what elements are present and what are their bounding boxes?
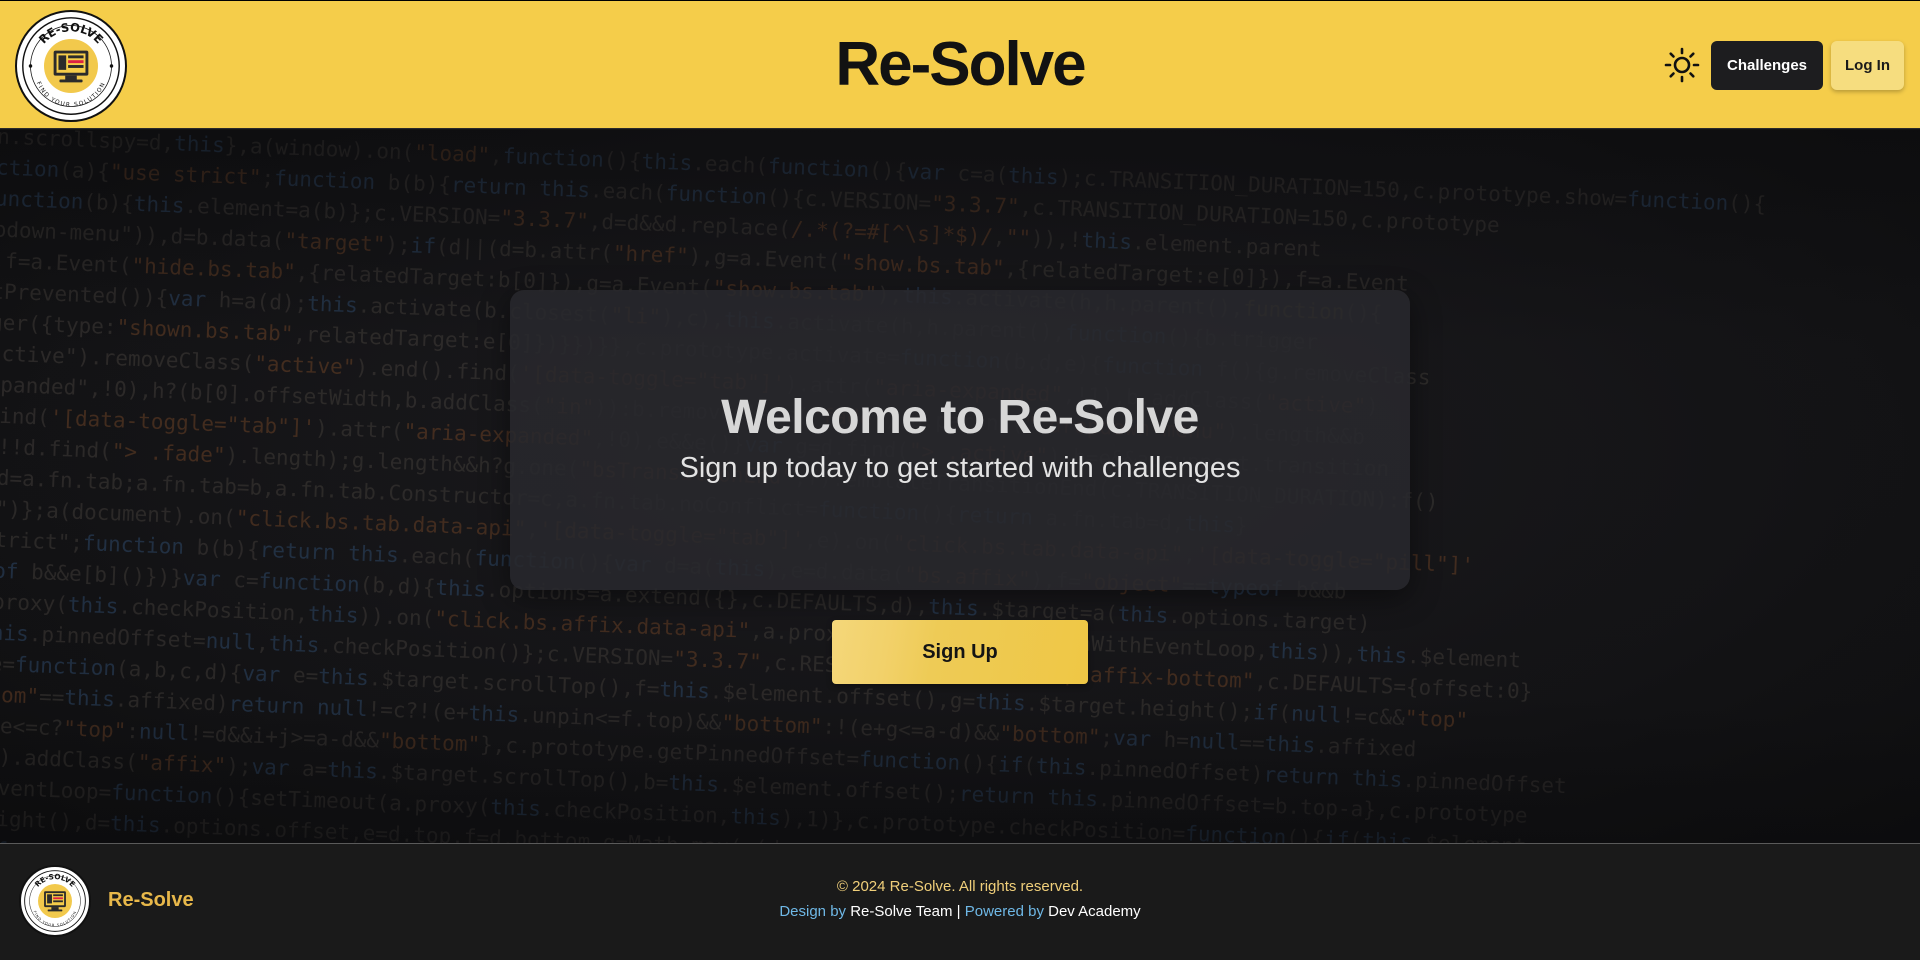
design-team-link[interactable]: Re-Solve Team bbox=[850, 903, 952, 920]
challenges-button[interactable]: Challenges bbox=[1711, 41, 1823, 90]
footer-logo[interactable]: RE-SOLVE FIND YOUR SOLUTION bbox=[19, 865, 91, 937]
powered-by-link[interactable]: Dev Academy bbox=[1048, 903, 1141, 920]
welcome-subtitle: Sign up today to get started with challe… bbox=[679, 452, 1241, 484]
site-title: Re-Solve bbox=[835, 30, 1086, 99]
theme-toggle-button[interactable] bbox=[1664, 47, 1700, 83]
signup-button[interactable]: Sign Up bbox=[832, 620, 1088, 684]
design-by-label: Design by bbox=[779, 903, 847, 920]
hero-section: f.fn.scrollspy=d,this},a(window).on("loa… bbox=[0, 130, 1920, 843]
site-header: RE-SOLVE FIND YOUR SOLUTION Re-Solve Cha… bbox=[0, 0, 1920, 129]
login-button[interactable]: Log In bbox=[1831, 41, 1904, 90]
sun-icon bbox=[1664, 47, 1700, 83]
welcome-card: Welcome to Re-Solve Sign up today to get… bbox=[510, 290, 1410, 590]
footer-copyright: © 2024 Re-Solve. All rights reserved. bbox=[836, 878, 1084, 895]
site-footer: RE-SOLVE FIND YOUR SOLUTION Re-Solve © 2… bbox=[0, 843, 1920, 960]
credits-separator: | bbox=[956, 903, 961, 920]
powered-by-label: Powered by bbox=[964, 903, 1044, 920]
footer-credits: Design by Re-Solve Team | Powered by Dev… bbox=[0, 903, 1920, 920]
welcome-title: Welcome to Re-Solve bbox=[721, 391, 1199, 444]
